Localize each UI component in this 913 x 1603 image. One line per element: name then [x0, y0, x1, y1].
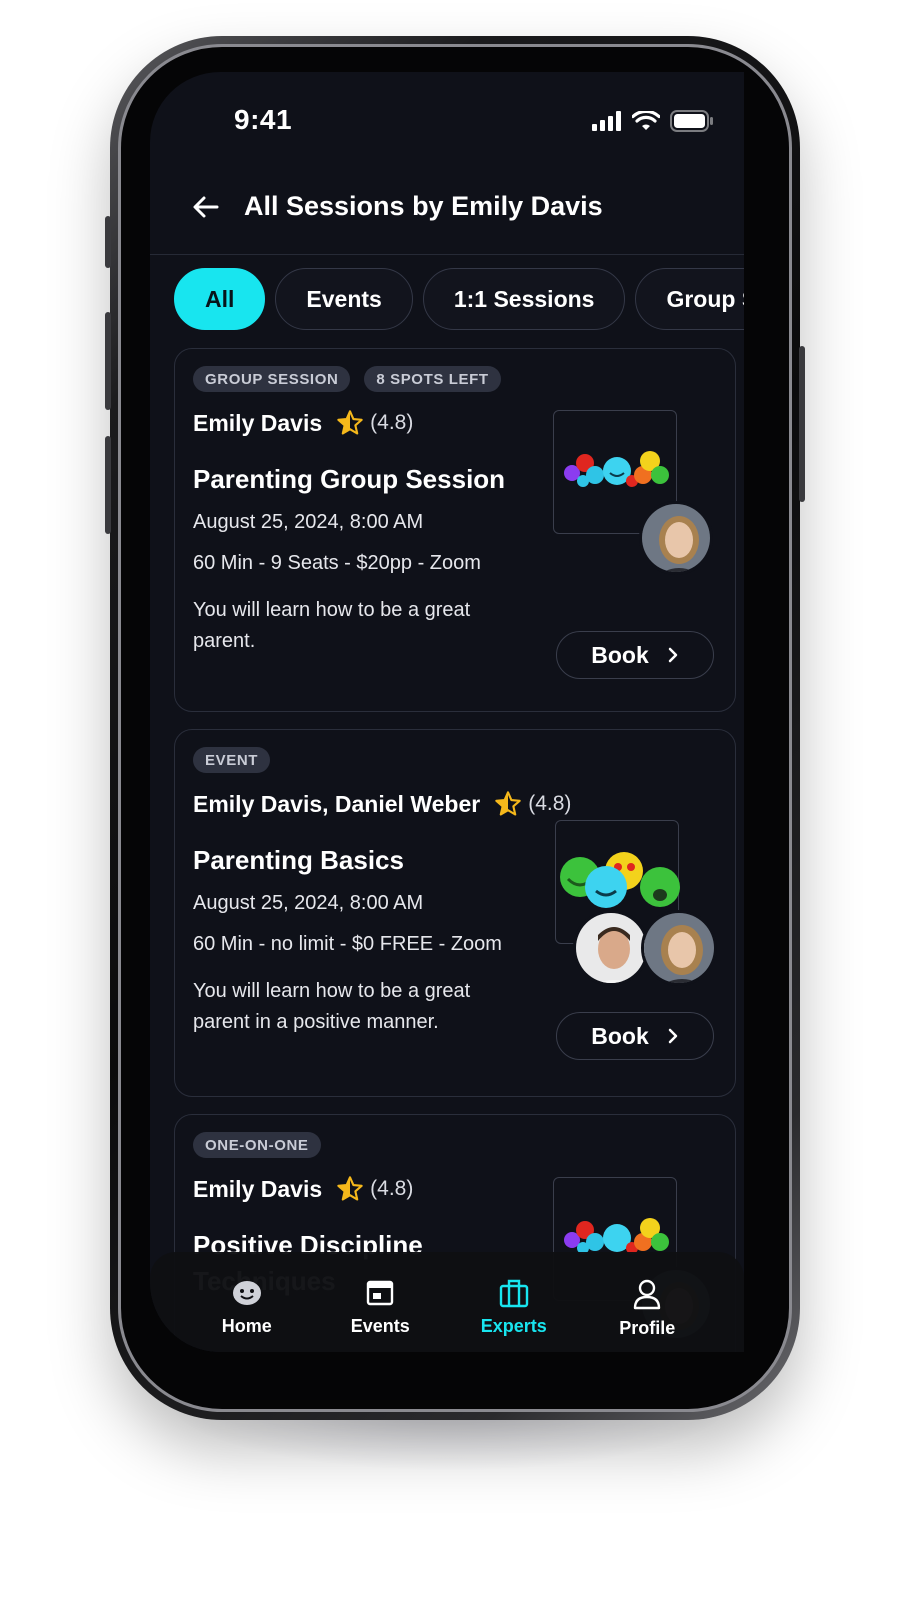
home-icon	[232, 1281, 261, 1305]
nav-label: Events	[350, 1316, 410, 1336]
rating-value: (4.8)	[370, 411, 414, 434]
nav-label: Home	[221, 1316, 272, 1336]
back-arrow-icon[interactable]	[190, 191, 222, 223]
book-button-label: Book	[591, 1022, 649, 1049]
profile-icon	[634, 1279, 661, 1310]
host-row: Emily Davis (4.8)	[193, 409, 413, 437]
host-row: Emily Davis (4.8)	[193, 1175, 413, 1203]
nav-label: Profile	[619, 1318, 676, 1338]
session-card[interactable]: GROUP SESSION 8 SPOTS LEFT Emily Davis (…	[174, 348, 736, 712]
briefcase-icon	[499, 1279, 528, 1308]
host-avatar	[639, 501, 713, 575]
type-badge: GROUP SESSION	[193, 366, 351, 392]
filter-chip-group-sessions[interactable]: Group Sessions	[635, 268, 744, 330]
nav-item-events[interactable]: Events	[325, 1278, 435, 1337]
star-half-icon	[337, 1176, 363, 1201]
nav-item-experts[interactable]: Experts	[459, 1278, 569, 1337]
bottom-navigation: Home Events Experts Profile	[150, 1252, 744, 1352]
power-button	[799, 346, 805, 502]
filter-chip-all[interactable]: All	[174, 268, 266, 330]
nav-item-profile[interactable]: Profile	[592, 1278, 702, 1339]
book-button[interactable]: Book	[556, 631, 714, 679]
card-badges: GROUP SESSION 8 SPOTS LEFT	[193, 366, 501, 392]
wifi-icon	[632, 111, 660, 130]
host-photo	[642, 504, 710, 572]
filter-chips: All Events 1:1 Sessions Group Sessions	[174, 268, 744, 332]
host-name: Emily Davis	[193, 409, 323, 436]
rating-value: (4.8)	[528, 792, 572, 815]
screen: 9:41 All Sessions by Emily Davis All Eve…	[150, 72, 744, 1352]
chevron-right-icon	[668, 647, 677, 663]
signal-icon	[592, 111, 621, 131]
host-photo	[644, 913, 714, 983]
card-badges: EVENT	[193, 747, 271, 773]
status-time: 9:41	[234, 104, 293, 135]
chevron-right-icon	[668, 1028, 677, 1044]
type-badge: EVENT	[193, 747, 271, 773]
cohost-avatar	[573, 910, 649, 986]
battery-icon	[670, 110, 713, 132]
host-avatar	[641, 910, 717, 986]
session-description: You will learn how to be a great parent …	[193, 980, 471, 1033]
cohost-photo	[576, 913, 646, 983]
page-header: All Sessions by Emily Davis	[150, 167, 744, 255]
star-half-icon	[495, 791, 521, 816]
session-date: August 25, 2024, 8:00 AM	[193, 511, 424, 533]
host-name: Emily Davis	[193, 1175, 323, 1202]
silent-switch	[105, 216, 111, 268]
volume-up-button	[105, 312, 111, 410]
host-name: Emily Davis, Daniel Weber	[193, 790, 481, 817]
nav-item-home[interactable]: Home	[192, 1278, 302, 1337]
rating-value: (4.8)	[370, 1177, 414, 1200]
session-description: You will learn how to be a great parent.	[193, 599, 471, 652]
calendar-icon	[367, 1280, 394, 1306]
type-badge: ONE-ON-ONE	[193, 1132, 321, 1158]
filter-chip-one-on-one[interactable]: 1:1 Sessions	[422, 268, 626, 330]
session-date: August 25, 2024, 8:00 AM	[193, 892, 424, 914]
host-row: Emily Davis, Daniel Weber (4.8)	[193, 790, 571, 818]
star-half-icon	[337, 410, 363, 435]
session-title: Parenting Group Session	[193, 464, 506, 494]
volume-down-button	[105, 436, 111, 534]
session-card[interactable]: EVENT Emily Davis, Daniel Weber (4.8) Pa…	[174, 729, 736, 1097]
status-icons	[592, 110, 714, 132]
phone-frame: 9:41 All Sessions by Emily Davis All Eve…	[105, 36, 805, 1420]
mockup-stage: 9:41 All Sessions by Emily Davis All Eve…	[0, 0, 913, 1603]
spots-badge: 8 SPOTS LEFT	[364, 366, 501, 392]
nav-label: Experts	[480, 1316, 547, 1336]
book-button-label: Book	[591, 641, 649, 668]
status-bar: 9:41	[150, 72, 744, 162]
session-meta: 60 Min - no limit - $0 FREE - Zoom	[193, 933, 502, 955]
card-badges: ONE-ON-ONE	[193, 1132, 321, 1158]
session-meta: 60 Min - 9 Seats - $20pp - Zoom	[193, 552, 481, 574]
session-title: Parenting Basics	[193, 845, 404, 875]
page-title: All Sessions by Emily Davis	[244, 191, 603, 221]
filter-chip-events[interactable]: Events	[275, 268, 413, 330]
book-button[interactable]: Book	[556, 1012, 714, 1060]
